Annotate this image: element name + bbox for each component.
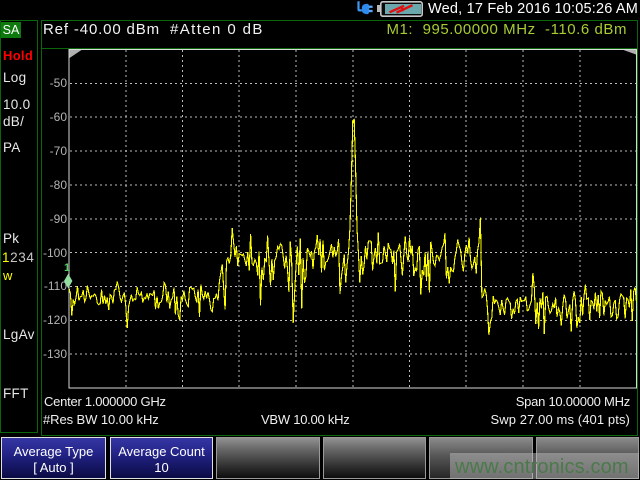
svg-text:1: 1	[64, 262, 70, 274]
